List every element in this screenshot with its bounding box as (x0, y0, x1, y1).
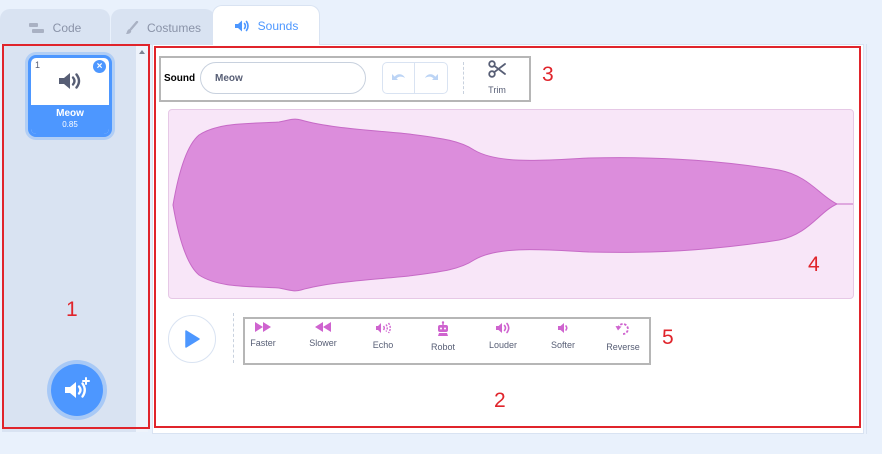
tab-sounds-label: Sounds (257, 18, 299, 33)
annotation-label-4: 4 (808, 253, 820, 276)
annotation-box-3 (159, 56, 531, 102)
annotation-label-1: 1 (66, 298, 78, 321)
sound-editor-window: Code Costumes Sounds 1 × Meow 0.85 Sound… (0, 0, 882, 454)
annotation-label-3: 3 (542, 63, 554, 86)
annotation-label-5: 5 (662, 326, 674, 349)
tab-code[interactable]: Code (0, 9, 110, 45)
tab-costumes[interactable]: Costumes (111, 9, 215, 45)
annotation-box-1 (2, 44, 150, 429)
tab-code-label: Code (52, 20, 82, 35)
speaker-icon (234, 20, 249, 31)
brush-icon (125, 20, 139, 34)
tab-sounds[interactable]: Sounds (212, 5, 320, 45)
tab-costumes-label: Costumes (146, 20, 202, 35)
code-icon (28, 22, 44, 33)
tab-bar: Code Costumes Sounds (0, 0, 882, 45)
right-edge-strip (866, 44, 882, 434)
annotation-box-5 (243, 317, 651, 365)
annotation-box-2 (154, 46, 861, 428)
annotation-label-2: 2 (494, 389, 506, 412)
